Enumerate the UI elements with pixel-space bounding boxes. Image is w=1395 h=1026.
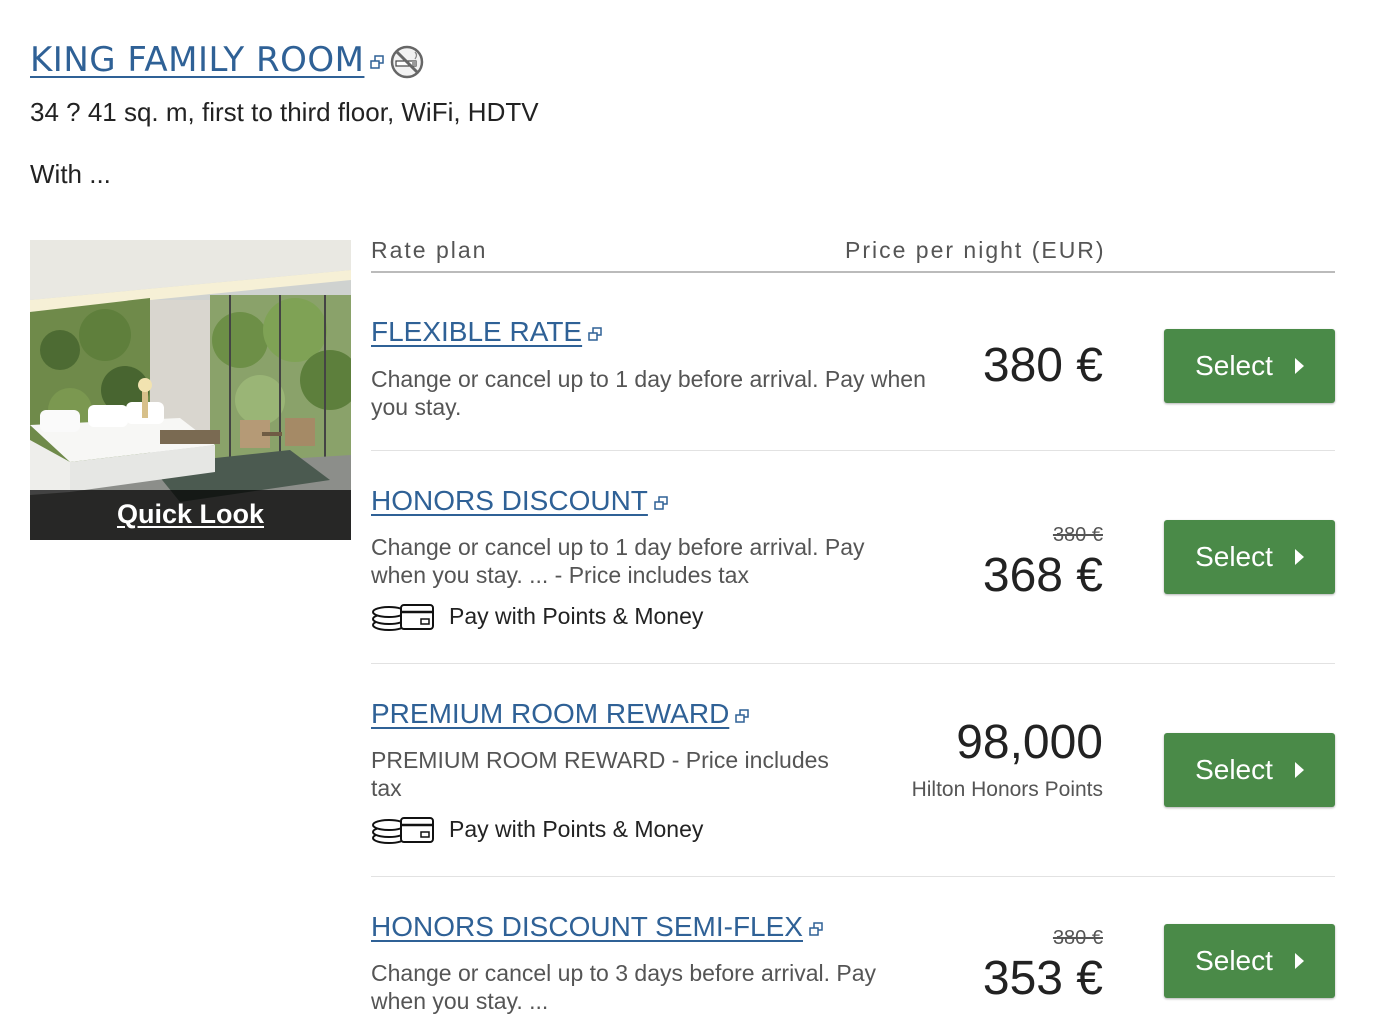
quick-look-label: Quick Look: [116, 499, 265, 529]
rate-price: 380 €: [982, 339, 1103, 392]
rate-description: Change or cancel up to 1 day before arri…: [371, 533, 865, 589]
rate-description-line: tax: [371, 775, 402, 801]
rate-plan-header: Rate plan: [371, 237, 488, 263]
original-price: 380 €: [1052, 927, 1103, 949]
rate-name: HONORS DISCOUNT SEMI-FLEX: [371, 910, 823, 944]
chevron-right-icon: [1294, 358, 1304, 374]
rate-description-line: you stay.: [371, 394, 462, 420]
rate-name-link[interactable]: HONORS DISCOUNT SEMI-FLEX: [371, 911, 803, 942]
select-button[interactable]: Select: [1164, 733, 1335, 807]
points-money-icon: [372, 604, 434, 631]
room-title: KING FAMILY ROOM: [30, 38, 424, 82]
select-button[interactable]: Select: [1164, 520, 1335, 594]
external-link-icon[interactable]: [809, 921, 823, 936]
rate-price-points: 98,000: [956, 716, 1103, 769]
rate-description-line: when you stay. ...: [371, 988, 549, 1014]
select-button-label: Select: [1195, 350, 1273, 381]
external-link-icon[interactable]: [735, 708, 750, 723]
external-link-icon[interactable]: [370, 54, 385, 69]
room-amenities-teaser: With ...: [30, 159, 111, 189]
points-money-icon: [372, 817, 434, 844]
no-smoking-icon: [391, 45, 424, 78]
rate-row-flexible: FLEXIBLE RATE Change or cancel up to 1 d…: [371, 273, 1335, 451]
select-button-label: Select: [1195, 541, 1273, 572]
rate-description-line: PREMIUM ROOM REWARD - Price includes: [371, 747, 829, 773]
rate-description: PREMIUM ROOM REWARD - Price includes tax: [371, 746, 829, 802]
price-per-night-header: Price per night (EUR): [845, 237, 1106, 263]
points-and-money-option: Pay with Points & Money: [371, 599, 703, 633]
rate-description: Change or cancel up to 3 days before arr…: [371, 959, 876, 1015]
rate-name: PREMIUM ROOM REWARD: [371, 697, 750, 731]
select-button-label: Select: [1195, 945, 1273, 976]
rate-description-line: Change or cancel up to 3 days before arr…: [371, 960, 877, 986]
rate-row-honors-discount-semi-flex: HONORS DISCOUNT SEMI-FLEX Change or canc…: [371, 877, 1335, 1026]
rate-name-link[interactable]: HONORS DISCOUNT: [371, 485, 648, 516]
room-title-link[interactable]: KING FAMILY ROOM: [30, 40, 364, 80]
rate-name-link[interactable]: FLEXIBLE RATE: [371, 316, 582, 347]
room-description: 34 ? 41 sq. m, first to third floor, WiF…: [30, 97, 539, 127]
rate-price: 368 €: [982, 549, 1103, 602]
rate-price: 353 €: [982, 952, 1103, 1005]
chevron-right-icon: [1294, 953, 1304, 969]
points-money-label: Pay with Points & Money: [449, 815, 704, 842]
chevron-right-icon: [1294, 762, 1304, 778]
rate-row-premium-room-reward: PREMIUM ROOM REWARD PREMIUM ROOM REWARD …: [371, 664, 1335, 876]
external-link-icon[interactable]: [654, 495, 668, 510]
price-unit-label: Hilton Honors Points: [911, 778, 1103, 801]
rate-description-line: Change or cancel up to 1 day before arri…: [371, 366, 926, 392]
original-price: 380 €: [1052, 524, 1103, 546]
select-button[interactable]: Select: [1164, 924, 1335, 998]
points-money-label: Pay with Points & Money: [449, 602, 704, 629]
rate-name: HONORS DISCOUNT: [371, 484, 668, 518]
rate-description-line: Change or cancel up to 1 day before arri…: [371, 534, 865, 560]
rate-name: FLEXIBLE RATE: [371, 315, 602, 349]
select-button[interactable]: Select: [1164, 329, 1335, 403]
rate-description-line: when you stay. ... - Price includes tax: [371, 562, 749, 588]
rate-description: Change or cancel up to 1 day before arri…: [371, 365, 926, 421]
rate-name-link[interactable]: PREMIUM ROOM REWARD: [371, 698, 729, 729]
quick-look-link[interactable]: Quick Look: [30, 490, 351, 540]
chevron-right-icon: [1294, 549, 1304, 565]
external-link-icon[interactable]: [588, 326, 602, 341]
rate-row-honors-discount: HONORS DISCOUNT Change or cancel up to 1…: [371, 451, 1335, 663]
points-and-money-option: Pay with Points & Money: [371, 812, 703, 846]
select-button-label: Select: [1195, 754, 1273, 785]
room-photo[interactable]: Quick Look: [30, 240, 351, 540]
